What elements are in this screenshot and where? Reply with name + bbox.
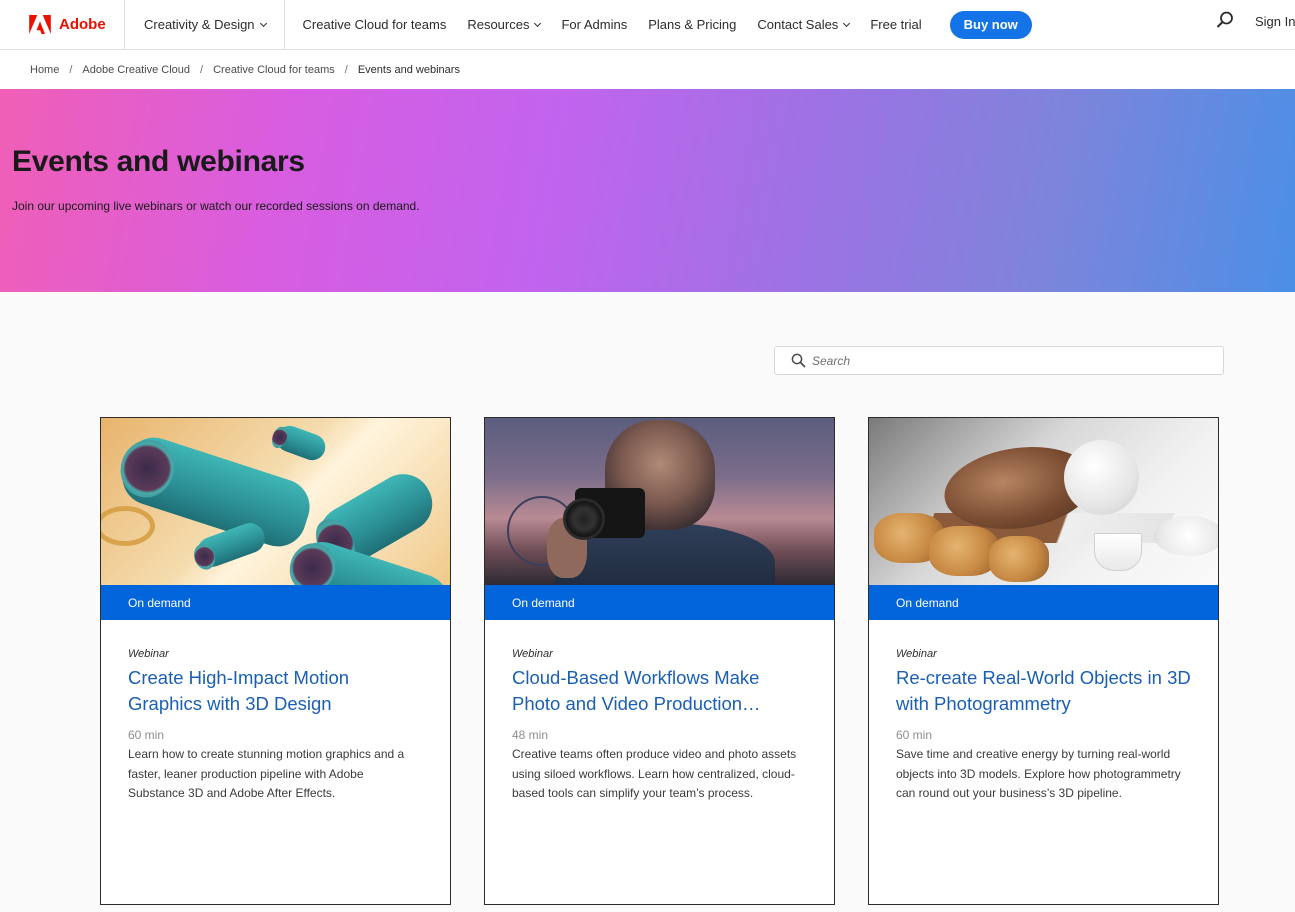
search-icon <box>791 353 806 368</box>
hero-banner: Events and webinars Join our upcoming li… <box>0 89 1295 292</box>
card-title[interactable]: Re-create Real-World Objects in 3D with … <box>896 665 1191 717</box>
card-image <box>101 418 450 585</box>
card-image <box>485 418 834 585</box>
card-duration: 60 min <box>128 728 165 742</box>
nav-divider <box>283 0 285 50</box>
card-description: Save time and creative energy by turning… <box>896 747 1181 800</box>
adobe-logo-link[interactable]: Adobe <box>0 0 124 50</box>
card-image <box>869 418 1218 585</box>
card-body: Webinar Create High-Impact Motion Graphi… <box>101 620 450 804</box>
card-body: Webinar Cloud-Based Workflows Make Photo… <box>485 620 834 804</box>
nav-for-admins[interactable]: For Admins <box>561 0 627 50</box>
card-duration: 48 min <box>512 728 549 742</box>
status-badge: On demand <box>101 585 450 620</box>
breadcrumb-separator: / <box>344 63 348 76</box>
buy-now-button[interactable]: Buy now <box>949 10 1032 39</box>
breadcrumb: Home / Adobe Creative Cloud / Creative C… <box>0 50 1295 89</box>
nav-resources[interactable]: Resources <box>467 0 542 50</box>
nav-contact-sales[interactable]: Contact Sales <box>757 0 851 50</box>
nav-creativity-design[interactable]: Creativity & Design <box>125 0 284 50</box>
card-title[interactable]: Create High-Impact Motion Graphics with … <box>128 665 423 717</box>
chevron-down-icon <box>259 19 267 27</box>
breadcrumb-current: Events and webinars <box>357 63 460 76</box>
nav-label: Resources <box>467 17 530 32</box>
card-body: Webinar Re-create Real-World Objects in … <box>869 620 1218 804</box>
card-description: Creative teams often produce video and p… <box>512 747 797 800</box>
card-type: Webinar <box>896 648 937 660</box>
nav-label: Creative Cloud for teams <box>302 17 447 32</box>
breadcrumb-separator: / <box>200 63 204 76</box>
nav-plans-pricing[interactable]: Plans & Pricing <box>648 0 736 50</box>
adobe-logo-icon <box>29 15 51 34</box>
webinar-card[interactable]: On demand Webinar Re-create Real-World O… <box>868 417 1219 905</box>
nav-label: For Admins <box>561 17 628 32</box>
card-description: Learn how to create stunning motion grap… <box>128 747 405 800</box>
breadcrumb-separator: / <box>69 63 73 76</box>
brand-name: Adobe <box>59 16 106 33</box>
card-type: Webinar <box>128 648 169 660</box>
nav-label: Plans & Pricing <box>648 17 737 32</box>
page-title: Events and webinars <box>12 145 305 178</box>
nav-creative-cloud-teams[interactable]: Creative Cloud for teams <box>303 0 447 50</box>
sign-in-link[interactable]: Sign In <box>1255 14 1295 29</box>
status-badge: On demand <box>485 585 834 620</box>
breadcrumb-adobe-creative-cloud[interactable]: Adobe Creative Cloud <box>82 64 190 76</box>
nav-label: Contact Sales <box>757 17 839 32</box>
search-input[interactable] <box>812 353 1212 368</box>
card-title[interactable]: Cloud-Based Workflows Make Photo and Vid… <box>512 665 807 717</box>
search-icon[interactable] <box>1216 11 1234 29</box>
nav-free-trial[interactable]: Free trial <box>870 0 921 50</box>
card-duration: 60 min <box>896 728 933 742</box>
page-subtitle: Join our upcoming live webinars or watch… <box>12 199 420 213</box>
nav-label: Free trial <box>870 17 922 32</box>
nav-label: Creativity & Design <box>144 17 255 32</box>
chevron-down-icon <box>843 19 851 27</box>
search-bar <box>774 346 1224 375</box>
webinar-card[interactable]: On demand Webinar Cloud-Based Workflows … <box>484 417 835 905</box>
breadcrumb-home[interactable]: Home <box>30 64 59 76</box>
top-nav: Adobe Creativity & Design Creative Cloud… <box>0 0 1295 50</box>
status-badge: On demand <box>869 585 1218 620</box>
card-type: Webinar <box>512 648 553 660</box>
webinar-card[interactable]: On demand Webinar Create High-Impact Mot… <box>100 417 451 905</box>
chevron-down-icon <box>534 19 542 27</box>
breadcrumb-creative-cloud-teams[interactable]: Creative Cloud for teams <box>213 64 335 76</box>
